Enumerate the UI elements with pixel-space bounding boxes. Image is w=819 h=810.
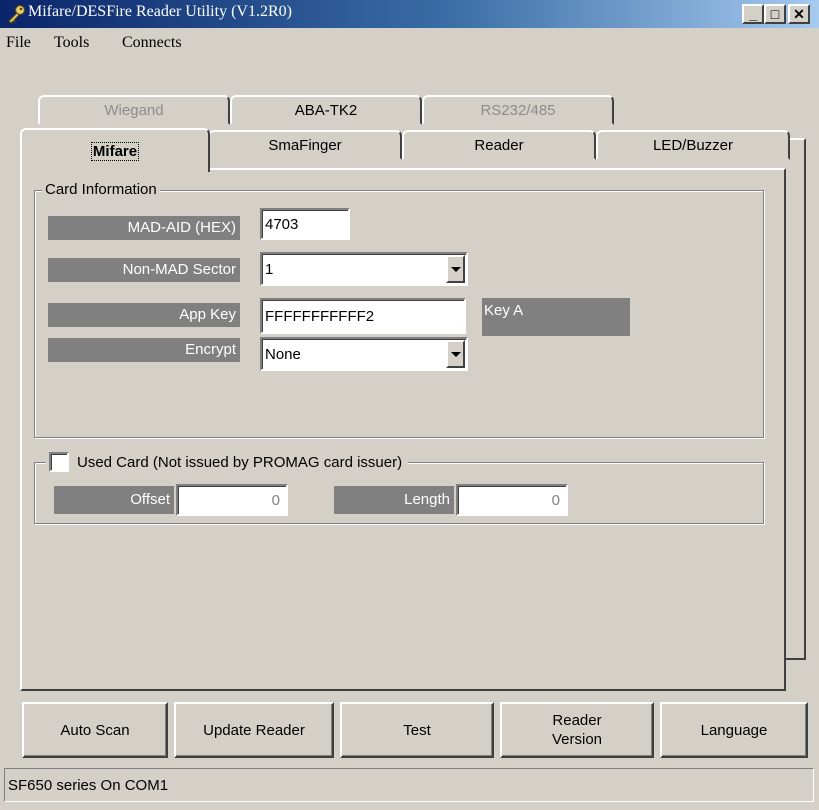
tab-reader[interactable]: Reader <box>402 130 596 160</box>
tab-rs232-485[interactable]: RS232/485 <box>422 95 614 125</box>
tab-smafinger[interactable]: SmaFinger <box>208 130 402 160</box>
length-label: Length <box>334 486 454 514</box>
chevron-down-icon[interactable] <box>446 340 465 368</box>
app-key-label: App Key <box>48 303 240 327</box>
length-input[interactable]: 0 <box>456 484 568 516</box>
used-card-label: Used Card (Not issued by PROMAG card iss… <box>77 453 403 471</box>
encrypt-select[interactable]: None <box>260 337 468 371</box>
non-mad-sector-value: 1 <box>265 260 274 278</box>
close-button[interactable]: ✕ <box>788 4 810 24</box>
key-type-label: Key A <box>482 298 630 336</box>
minimize-button[interactable]: _ <box>742 4 764 24</box>
mad-aid-input[interactable]: 4703 <box>260 208 350 240</box>
chevron-down-icon[interactable] <box>446 255 465 283</box>
card-information-legend: Card Information <box>42 181 160 198</box>
reader-version-line2: Version <box>551 731 603 748</box>
app-key-input[interactable]: FFFFFFFFFFF2 <box>260 298 466 334</box>
used-card-checkbox[interactable] <box>49 452 69 472</box>
update-reader-button[interactable]: Update Reader <box>174 702 334 758</box>
auto-scan-button[interactable]: Auto Scan <box>22 702 168 758</box>
tab-panel-back <box>786 138 806 660</box>
window-title: Mifare/DESFire Reader Utility (V1.2R0) <box>28 3 292 20</box>
language-button[interactable]: Language <box>660 702 808 758</box>
key-icon <box>8 4 26 24</box>
reader-version-button[interactable]: Reader Version <box>500 702 654 758</box>
test-button[interactable]: Test <box>340 702 494 758</box>
tab-mifare[interactable]: Mifare <box>20 128 210 172</box>
encrypt-label: Encrypt <box>48 338 240 362</box>
tab-mifare-label: Mifare <box>90 141 140 161</box>
encrypt-value: None <box>265 345 301 363</box>
menu-tools[interactable]: Tools <box>54 34 89 52</box>
offset-input[interactable]: 0 <box>176 484 288 516</box>
menu-file[interactable]: File <box>6 34 31 52</box>
reader-version-line1: Reader <box>552 712 602 729</box>
used-card-legend: Used Card (Not issued by PROMAG card iss… <box>46 452 409 472</box>
maximize-button[interactable]: □ <box>764 4 786 24</box>
status-bar: SF650 series On COM1 <box>4 768 814 802</box>
menu-connects[interactable]: Connects <box>122 34 182 52</box>
mad-aid-label: MAD-AID (HEX) <box>48 216 240 240</box>
non-mad-sector-select[interactable]: 1 <box>260 252 468 286</box>
offset-label: Offset <box>54 486 174 514</box>
non-mad-sector-label: Non-MAD Sector <box>48 258 240 282</box>
tab-aba-tk2[interactable]: ABA-TK2 <box>230 95 422 125</box>
tab-led-buzzer[interactable]: LED/Buzzer <box>596 130 790 160</box>
tab-wiegand[interactable]: Wiegand <box>38 95 230 125</box>
